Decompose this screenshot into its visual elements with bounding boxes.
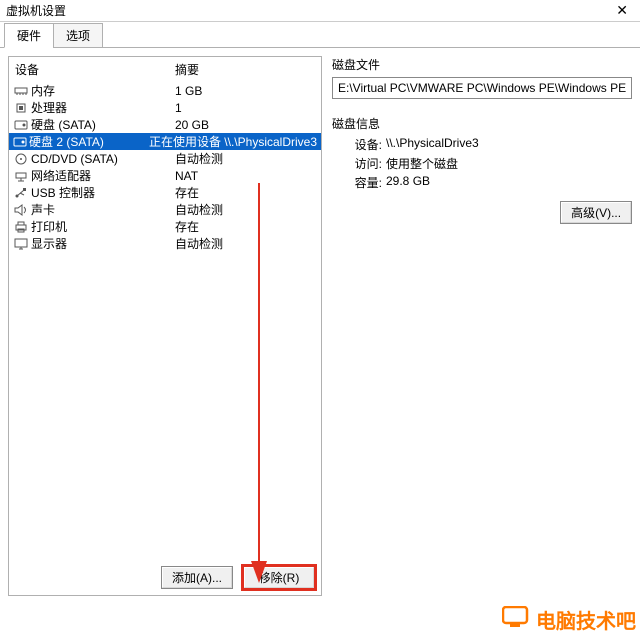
device-row[interactable]: 内存1 GB (9, 82, 321, 99)
device-name: 处理器 (31, 99, 175, 116)
info-access-value: 使用整个磁盘 (386, 155, 458, 172)
add-button[interactable]: 添加(A)... (161, 566, 233, 589)
cpu-icon (13, 101, 29, 115)
remove-button[interactable]: 移除(R) (243, 566, 315, 589)
device-row[interactable]: CD/DVD (SATA)自动检测 (9, 150, 321, 167)
device-row[interactable]: USB 控制器存在 (9, 184, 321, 201)
device-summary: 正在使用设备 \\.\PhysicalDrive3 (149, 133, 317, 150)
device-summary: 存在 (175, 184, 317, 201)
info-device-value: \\.\PhysicalDrive3 (386, 136, 479, 153)
network-icon (13, 169, 29, 183)
device-name: USB 控制器 (31, 184, 175, 201)
window-title: 虚拟机设置 (6, 2, 610, 19)
device-summary: 20 GB (175, 118, 317, 132)
usb-icon (13, 186, 29, 200)
disk-file-label: 磁盘文件 (332, 56, 632, 73)
printer-icon (13, 220, 29, 234)
device-row[interactable]: 网络适配器NAT (9, 167, 321, 184)
device-name: 硬盘 (SATA) (31, 116, 175, 133)
device-summary: 1 (175, 101, 317, 115)
memory-icon (13, 84, 29, 98)
device-name: 声卡 (31, 201, 175, 218)
device-name: 硬盘 2 (SATA) (29, 133, 149, 150)
device-row[interactable]: 处理器1 (9, 99, 321, 116)
device-name: CD/DVD (SATA) (31, 152, 175, 166)
disk-file-input[interactable]: E:\Virtual PC\VMWARE PC\Windows PE\Windo… (332, 77, 632, 99)
device-name: 显示器 (31, 235, 175, 252)
info-capacity-value: 29.8 GB (386, 174, 430, 191)
cd-icon (13, 152, 29, 166)
column-header-summary: 摘要 (175, 61, 315, 78)
title-bar: 虚拟机设置 ✕ (0, 0, 640, 22)
disk-info-label: 磁盘信息 (332, 115, 632, 132)
device-list-panel: 设备 摘要 内存1 GB处理器1硬盘 (SATA)20 GB硬盘 2 (SATA… (8, 56, 322, 596)
tab-hardware[interactable]: 硬件 (4, 23, 54, 48)
watermark: 电脑技术吧 (502, 605, 636, 634)
device-summary: 1 GB (175, 84, 317, 98)
advanced-button[interactable]: 高级(V)... (560, 201, 632, 224)
info-device-label: 设备: (342, 136, 382, 153)
watermark-logo-icon (502, 606, 536, 634)
device-summary: 自动检测 (175, 150, 317, 167)
device-row[interactable]: 打印机存在 (9, 218, 321, 235)
column-header-device: 设备 (15, 61, 175, 78)
sound-icon (13, 203, 29, 217)
info-capacity-label: 容量: (342, 174, 382, 191)
device-name: 打印机 (31, 218, 175, 235)
disk-icon (13, 135, 27, 149)
info-access-label: 访问: (342, 155, 382, 172)
device-row[interactable]: 硬盘 (SATA)20 GB (9, 116, 321, 133)
device-summary: 自动检测 (175, 235, 317, 252)
device-summary: 存在 (175, 218, 317, 235)
disk-icon (13, 118, 29, 132)
tab-strip: 硬件 选项 (0, 22, 640, 48)
device-row[interactable]: 声卡自动检测 (9, 201, 321, 218)
device-row[interactable]: 硬盘 2 (SATA)正在使用设备 \\.\PhysicalDrive3 (9, 133, 321, 150)
tab-options[interactable]: 选项 (53, 23, 103, 48)
display-icon (13, 237, 29, 251)
close-icon[interactable]: ✕ (610, 2, 634, 19)
device-summary: NAT (175, 169, 317, 183)
device-name: 网络适配器 (31, 167, 175, 184)
device-summary: 自动检测 (175, 201, 317, 218)
device-row[interactable]: 显示器自动检测 (9, 235, 321, 252)
device-name: 内存 (31, 82, 175, 99)
